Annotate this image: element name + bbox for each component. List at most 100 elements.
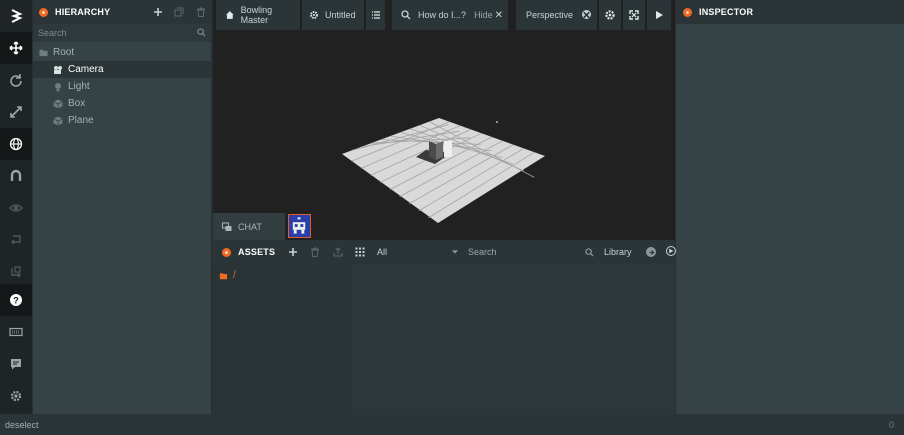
plus-icon [154, 8, 162, 16]
asset-grid [353, 264, 675, 414]
asset-store-label[interactable]: Library [604, 247, 632, 257]
inspector-title: INSPECTOR [699, 7, 754, 17]
asset-folder-tree: / [213, 264, 352, 414]
asset-type-filter-value: All [377, 247, 388, 257]
duplicate-icon [174, 7, 184, 17]
world-space-button[interactable] [0, 128, 32, 160]
scene-render [342, 118, 545, 223]
tree-item-plane[interactable]: Plane [33, 112, 211, 129]
eye-icon [9, 204, 23, 212]
tree-item-camera[interactable]: Camera [33, 61, 211, 78]
trash-icon [311, 247, 319, 257]
undo-icon [11, 235, 21, 245]
play-icon [669, 248, 674, 254]
magnet-icon [10, 169, 22, 181]
box [429, 141, 436, 160]
grid-icon [355, 247, 365, 257]
box-side [436, 141, 443, 160]
hierarchy-search-input[interactable]: Search [33, 24, 211, 42]
help-button[interactable]: ? [0, 284, 32, 316]
collapse-panel-icon[interactable] [222, 247, 231, 257]
keyboard-icon [9, 327, 23, 337]
light-icon [53, 82, 63, 92]
folder-icon [219, 272, 228, 279]
asset-folder-root[interactable]: / [219, 270, 236, 281]
arrow-right-icon [648, 249, 654, 255]
settings-button[interactable] [0, 380, 32, 412]
rotate-tool-button[interactable] [0, 64, 32, 96]
tree-item-label: Camera [68, 64, 104, 75]
keyboard-shortcuts-button[interactable] [0, 316, 32, 348]
cube-icon [53, 116, 63, 126]
rotate-icon [10, 74, 22, 87]
grid-view-button[interactable] [353, 245, 367, 259]
tree-item-light[interactable]: Light [33, 78, 211, 95]
scroll-tabs-button[interactable] [666, 246, 676, 256]
chat-icon [222, 222, 232, 231]
globe-icon [9, 137, 23, 151]
playcanvas-logo[interactable] [0, 0, 32, 32]
assets-panel: ASSETS All Search Library / [213, 240, 676, 414]
upload-icon [333, 247, 343, 257]
game-thumbnail[interactable] [288, 214, 311, 238]
add-entity-button[interactable] [151, 5, 165, 19]
logo-icon [10, 9, 23, 23]
light-gizmo [444, 141, 452, 157]
status-message: deselect [5, 419, 39, 430]
trash-icon [197, 7, 205, 17]
tree-item-label: Root [53, 47, 75, 58]
game-thumbnail-icon [292, 217, 306, 234]
tree-item-box[interactable]: Box [33, 95, 211, 112]
delete-entity-button[interactable] [194, 5, 208, 19]
undo-button[interactable] [0, 224, 32, 256]
cube-icon [53, 99, 63, 109]
scale-tool-button[interactable] [0, 96, 32, 128]
svg-text:?: ? [13, 296, 19, 306]
hierarchy-title: HIERARCHY [55, 7, 111, 17]
asset-folder-path: / [233, 270, 236, 281]
light-marker [496, 121, 498, 123]
search-icon [585, 248, 594, 257]
focus-button[interactable] [0, 192, 32, 224]
asset-type-filter[interactable]: All [377, 240, 459, 264]
duplicate-entity-button[interactable] [172, 5, 186, 19]
plus-icon [289, 248, 297, 256]
tree-item-label: Box [68, 98, 86, 109]
feedback-button[interactable] [0, 348, 32, 380]
asset-search-input[interactable]: Search [468, 240, 594, 264]
assets-title: ASSETS [238, 247, 276, 257]
tree-item-label: Light [68, 81, 90, 92]
viewport[interactable]: Bowling Master Untitled How do I...? Hid… [213, 0, 675, 240]
search-icon [197, 28, 206, 37]
tree-item-label: Plane [68, 115, 94, 126]
collapse-panel-icon[interactable] [683, 7, 692, 17]
redo-icon [11, 266, 21, 278]
job-count: 0 [888, 419, 894, 430]
left-toolbar: ? [0, 0, 32, 414]
delete-asset-button[interactable] [308, 245, 322, 259]
hierarchy-header: HIERARCHY [33, 0, 211, 24]
camera-icon [53, 65, 63, 75]
assets-header: ASSETS All Search Library [213, 240, 676, 264]
scale-icon [10, 106, 22, 118]
folder-icon [38, 48, 48, 58]
settings-icon [10, 390, 22, 402]
chevron-down-icon [451, 250, 459, 254]
chat-label: CHAT [238, 221, 262, 232]
library-go-button[interactable] [646, 247, 656, 257]
chat-tab[interactable]: CHAT [213, 213, 285, 240]
tree-item-root[interactable]: Root [33, 44, 211, 61]
hierarchy-panel: HIERARCHY Search Root Camera Light Box P… [33, 0, 211, 414]
status-bar: deselect 0 [0, 414, 904, 435]
move-tool-button[interactable] [0, 32, 32, 64]
inspector-panel: INSPECTOR [676, 0, 904, 414]
add-asset-button[interactable] [286, 245, 300, 259]
move-icon [9, 41, 23, 55]
asset-search-placeholder: Search [468, 247, 497, 257]
hierarchy-search-placeholder: Search [38, 28, 67, 38]
upload-asset-button[interactable] [331, 245, 345, 259]
collapse-panel-icon[interactable] [39, 7, 48, 17]
inspector-header: INSPECTOR [676, 0, 904, 24]
snap-button[interactable] [0, 160, 32, 192]
chat-icon [11, 359, 21, 370]
